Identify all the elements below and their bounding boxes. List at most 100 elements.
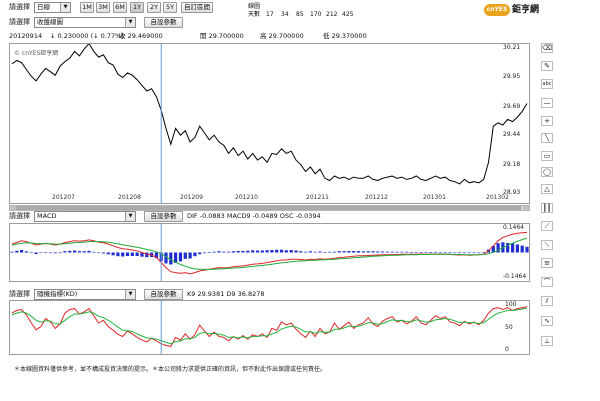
osc-bar [429,252,433,253]
price-x-tick: 201210 [235,194,258,201]
ma-days-value[interactable]: 17 [266,10,274,19]
price-y-tick: 29.95 [503,73,521,81]
minus-icon[interactable]: — [541,98,553,108]
disclaimer: ＊本線圖資料僅供參考，並不構成投資決策的提示。＊本公司將力求提供正確的資訊，但不… [14,366,327,373]
macd-indicator-select[interactable]: MACD ▼ [34,211,136,222]
chart-type-value: 收盤線圖 [37,18,63,26]
osc-bar [472,252,476,254]
osc-bar [92,251,96,253]
osc-bar [525,246,529,253]
osc-bar [130,252,134,256]
osc-bar [15,250,19,253]
quote-prev-close: 收 29.469000 [119,32,163,40]
osc-bar [111,252,115,256]
price-chart [11,44,528,203]
price-x-tick: 201211 [306,194,329,201]
chart-type-select[interactable]: 收盤線圖 ▼ [34,17,136,28]
macd-y-tick: 0.1464 [503,224,524,231]
scroll-thumb[interactable] [16,206,521,210]
period-select[interactable]: 日線 ▼ [34,2,71,13]
kd-settings-button[interactable]: 自設參數 [144,289,183,300]
osc-bar [400,251,404,253]
osc-bar [73,250,77,253]
osc-bar [217,251,221,253]
macd9-line [11,237,528,270]
price-x-tick: 201301 [423,194,446,201]
ma-days-value[interactable]: 212 [326,10,337,19]
fan-icon[interactable]: ⟋ [541,221,553,231]
kd-readout: K9 29.9381 D9 36.8278 [187,290,265,298]
ellipse-icon[interactable]: ◯ [541,167,553,177]
osc-bar [366,251,370,253]
wave-icon[interactable]: ∿ [541,316,553,326]
ma-days-value[interactable]: 34 [281,10,289,19]
macd-chart-panel[interactable] [9,223,530,282]
osc-bar [251,250,255,253]
osc-bar [135,252,139,256]
osc-bar [438,252,442,254]
osc-bar [260,250,264,253]
osc-bar [323,252,327,253]
osc-bar [77,251,81,253]
osc-bar [48,252,53,254]
osc-bar [246,250,250,253]
osc-bar [275,249,279,253]
channel-icon[interactable]: ⫽ [541,296,553,306]
quote-high: 高 29.700000 [260,32,304,40]
osc-bar [419,252,423,253]
parallel-icon[interactable]: ┃┃ [541,203,553,213]
osc-bar [289,250,293,253]
osc-bar [520,245,524,253]
range-button-自訂區間[interactable]: 自訂區間 [181,2,213,13]
cycle-icon[interactable]: ⟂ [541,336,553,346]
price-x-tick: 201209 [180,194,203,201]
osc-bar [414,252,418,253]
osc-bar [395,251,399,253]
price-y-tick: 29.69 [503,102,521,110]
period-select-value: 日線 [37,3,50,11]
osc-bar [477,252,481,254]
kd-indicator-select[interactable]: 隨機指標(KD) ▼ [34,289,136,300]
ma-days-value[interactable]: 85 [296,10,304,19]
osc-bar [279,249,284,253]
range-button-6m[interactable]: 6M [113,2,127,13]
price-chart-panel[interactable]: © cnYES鉅亨網 [9,43,530,204]
macd-indicator-value: MACD [37,212,57,220]
abc-icon[interactable]: abc [541,79,553,89]
pencil-icon[interactable]: ✎ [541,61,553,71]
kd-chart-panel[interactable] [9,300,530,355]
osc-bar [63,251,67,253]
selector-label: 請選擇 [9,3,30,11]
rectangle-icon[interactable]: ▭ [541,151,553,161]
osc-bar [448,252,452,254]
price-y-tick: 29.44 [503,131,521,139]
range-button-1y[interactable]: 1Y [130,2,144,13]
osc-bar [97,252,101,254]
settings-button[interactable]: 自設參數 [144,17,183,28]
range-button-5y[interactable]: 5Y [163,2,177,13]
arc-icon[interactable]: ⌒ [541,277,553,287]
fibonacci-icon[interactable]: ≡ [541,258,553,268]
ma-days-value[interactable]: 425 [342,10,353,19]
macd-settings-button[interactable]: 自設參數 [144,211,183,222]
price-x-tick: 201302 [486,194,509,201]
chevron-down-icon: ▼ [125,290,135,299]
triangle-icon[interactable]: △ [541,184,553,194]
osc-bar [270,250,274,253]
price-x-tick: 201207 [52,194,75,201]
line-icon[interactable]: ╲ [541,133,553,143]
macd-selector-label: 請選擇 [9,212,30,220]
osc-bar [241,251,245,253]
osc-bar [337,251,341,253]
range-button-3m[interactable]: 3M [96,2,110,13]
osc-bar [482,252,486,253]
eraser-icon[interactable]: ⌫ [541,43,553,53]
range-button-1m[interactable]: 1M [80,2,94,13]
ma-days-value[interactable]: 170 [310,10,321,19]
scroll-right-arrow[interactable] [523,206,529,210]
osc-bar [87,250,91,253]
plus-icon[interactable]: + [541,116,553,126]
macd-chart [10,224,529,281]
gann-icon[interactable]: ⟍ [541,240,553,250]
range-button-2y[interactable]: 2Y [147,2,161,13]
